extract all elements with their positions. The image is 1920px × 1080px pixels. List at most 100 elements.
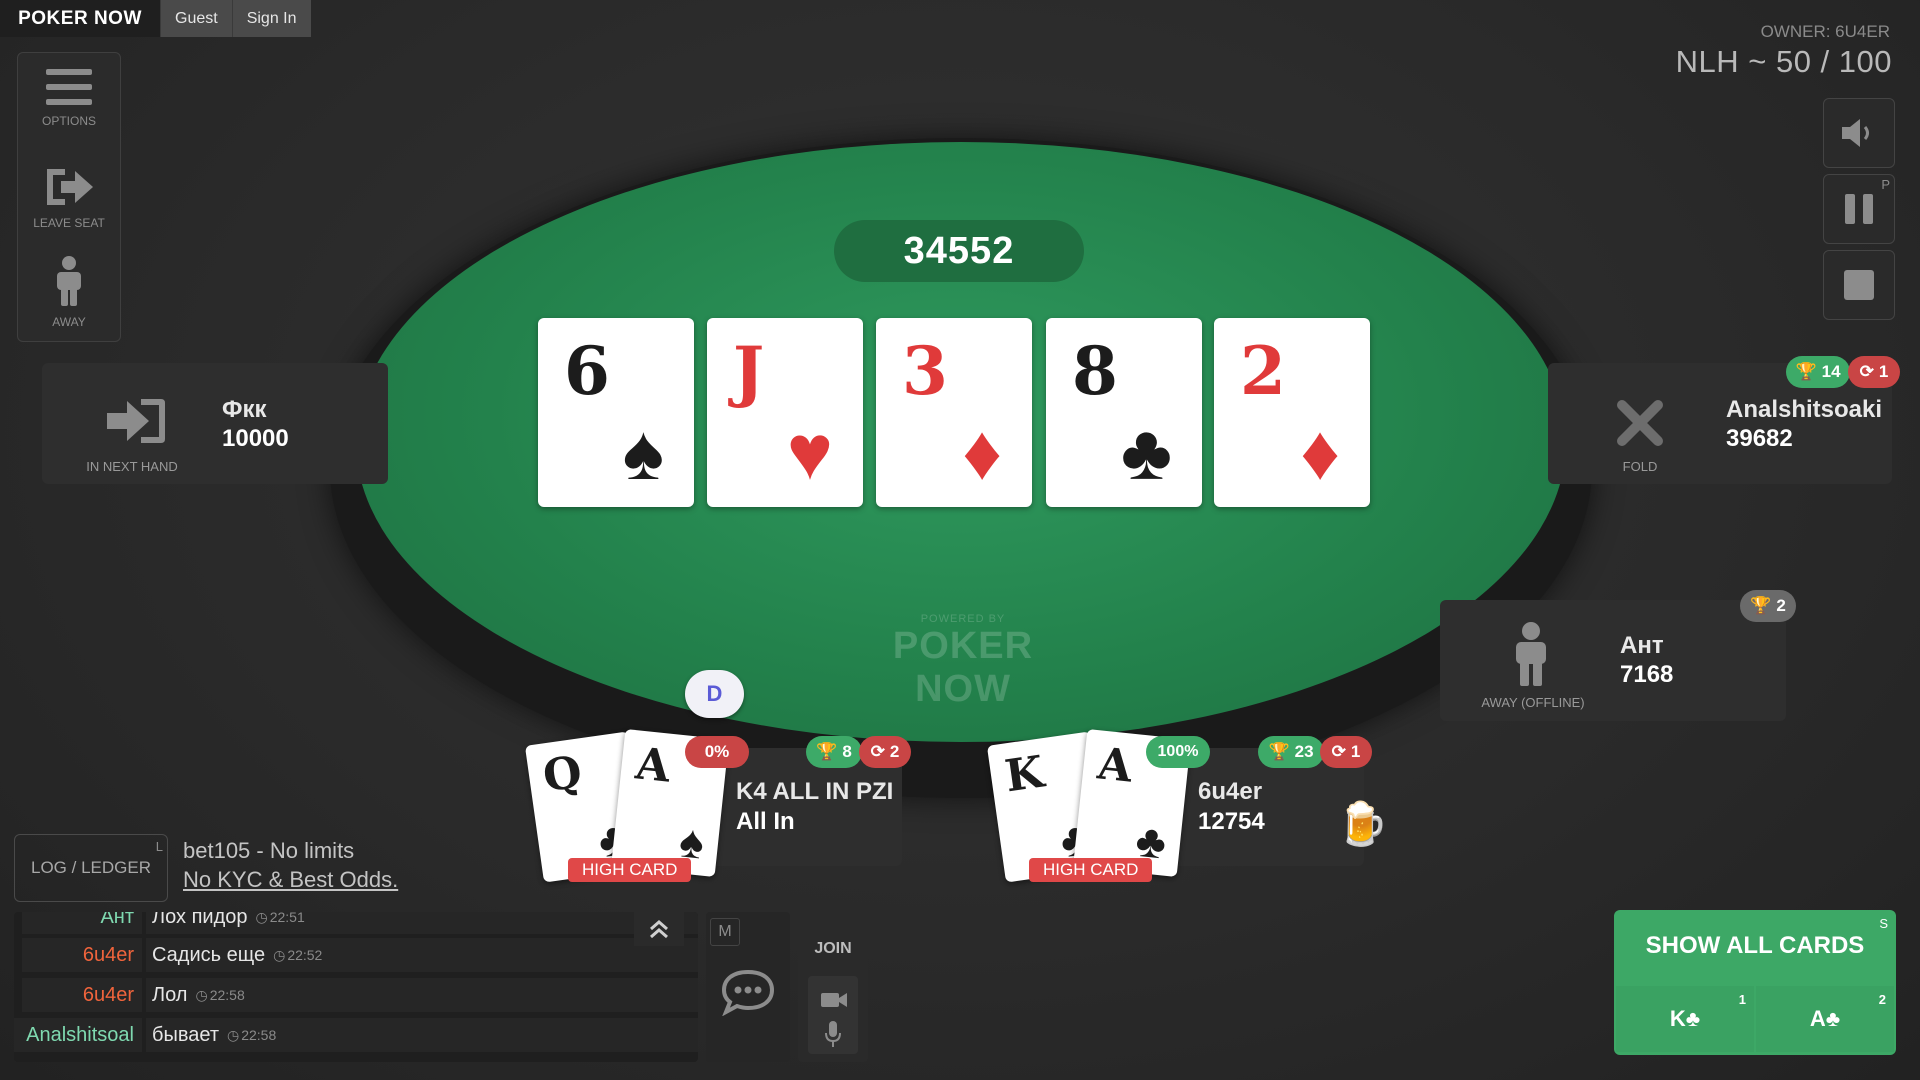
seat-right-stack: 39682 bbox=[1726, 425, 1793, 452]
rebuy-icon: ⟳ bbox=[1859, 362, 1874, 381]
promo-link[interactable]: No KYC & Best Odds. bbox=[183, 867, 398, 893]
microphone-icon[interactable] bbox=[824, 1020, 842, 1048]
trophy-icon: 🏆 bbox=[1795, 362, 1817, 381]
chat-message-text: бывает bbox=[152, 1023, 219, 1046]
seat-right-low[interactable]: AWAY (OFFLINE) Ант 7168 bbox=[1440, 600, 1786, 721]
owner-label: OWNER: 6U4ER bbox=[1760, 22, 1890, 41]
chat-author: Analshitsoal bbox=[14, 1018, 142, 1052]
diamond-icon: ♦ bbox=[1300, 408, 1340, 496]
show-all-cards-button[interactable]: SHOW ALL CARDS bbox=[1614, 910, 1896, 982]
powered-by-watermark: POWERED BY POKER NOW bbox=[848, 613, 1078, 711]
k4-equity-badge: 0% bbox=[685, 736, 749, 768]
options-button[interactable]: OPTIONS bbox=[18, 67, 120, 128]
guest-button[interactable]: Guest bbox=[160, 0, 232, 37]
k4-hole-card-1-rank: Q bbox=[539, 746, 585, 803]
seat-left[interactable]: IN NEXT HAND Фкк 10000 bbox=[42, 363, 388, 484]
person-icon bbox=[57, 256, 81, 306]
chat-time: 22:58 bbox=[209, 987, 245, 1003]
mute-shortcut: M bbox=[718, 923, 732, 940]
chat-text: Садись еще ◷ 22:52 bbox=[146, 938, 698, 972]
seat-left-name: Фкк bbox=[222, 396, 267, 423]
video-camera-icon[interactable] bbox=[820, 990, 848, 1010]
leave-seat-button[interactable]: LEAVE SEAT bbox=[18, 165, 120, 230]
chat-message: Ант Лох пидор ◷ 22:51 bbox=[22, 912, 698, 934]
chat-message: 6u4er Садись еще ◷ 22:52 bbox=[22, 938, 698, 972]
board-card-1: 6 ♠ bbox=[538, 318, 694, 507]
log-ledger-label: LOG / LEDGER bbox=[31, 858, 151, 877]
chat-message: 6u4er Лол ◷ 22:58 bbox=[22, 978, 698, 1012]
my-hole-card-1-rank: K bbox=[1001, 746, 1047, 803]
my-hole-card-2-rank: A bbox=[1095, 738, 1135, 793]
double-chevron-up-icon bbox=[650, 920, 668, 939]
seat-me-name: 6u4er bbox=[1198, 778, 1263, 805]
seat-right-low-status: AWAY (OFFLINE) bbox=[1481, 695, 1585, 710]
board-card-5: 2 ♦ bbox=[1214, 318, 1370, 507]
k4-rebuys-badge: ⟳ 2 bbox=[859, 736, 911, 768]
seat-me-stack: 12754 bbox=[1198, 808, 1265, 835]
my-equity-badge: 100% bbox=[1146, 736, 1210, 768]
stop-button[interactable] bbox=[1823, 250, 1895, 320]
trophy-icon: 🏆 bbox=[1750, 596, 1772, 615]
seat-right-low-wins-badge: 🏆 2 bbox=[1740, 590, 1796, 622]
join-button[interactable]: JOIN bbox=[798, 940, 868, 958]
k4-hole-card-2-rank: A bbox=[633, 738, 673, 793]
chat-author: 6u4er bbox=[22, 938, 142, 972]
board-card-3-rank: 3 bbox=[902, 332, 948, 410]
show-all-cards-label: SHOW ALL CARDS bbox=[1645, 932, 1865, 959]
enter-icon bbox=[107, 399, 165, 443]
chat-side-panel: M bbox=[706, 912, 790, 1062]
rebuy-icon: ⟳ bbox=[1331, 742, 1346, 761]
pause-button[interactable]: P bbox=[1823, 174, 1895, 244]
leave-seat-label: LEAVE SEAT bbox=[33, 216, 105, 230]
hamburger-icon bbox=[46, 69, 92, 105]
seat-left-stack: 10000 bbox=[222, 425, 289, 452]
log-ledger-button[interactable]: LOG / LEDGER L bbox=[14, 834, 168, 902]
show-card-2-label: A♣ bbox=[1809, 1006, 1841, 1031]
club-icon: ♣ bbox=[1120, 408, 1172, 496]
my-rebuys: 1 bbox=[1350, 742, 1361, 761]
clock-icon: ◷ bbox=[255, 912, 268, 925]
av-controls bbox=[808, 976, 858, 1054]
k4-rebuys: 2 bbox=[889, 742, 900, 761]
show-card-2-button[interactable]: A♣ 2 bbox=[1756, 986, 1894, 1052]
board-card-1-rank: 6 bbox=[564, 332, 610, 410]
promo-text: bet105 - No limits bbox=[183, 838, 355, 863]
board-card-3: 3 ♦ bbox=[876, 318, 1032, 507]
show-card-1-shortcut: 1 bbox=[1738, 992, 1746, 1007]
my-wins: 23 bbox=[1294, 742, 1314, 761]
k4-hand-rank: HIGH CARD bbox=[568, 858, 692, 882]
sign-in-button[interactable]: Sign In bbox=[231, 0, 311, 37]
left-options-panel: OPTIONS LEAVE SEAT AWAY bbox=[17, 52, 121, 342]
show-card-1-button[interactable]: K♣ 1 bbox=[1616, 986, 1754, 1052]
chat-author: 6u4er bbox=[22, 978, 142, 1012]
sound-button[interactable] bbox=[1823, 98, 1895, 168]
powered-by-label: POWERED BY bbox=[920, 613, 1006, 625]
diamond-icon: ♦ bbox=[962, 408, 1002, 496]
chat-expand-button[interactable] bbox=[634, 912, 684, 946]
clock-icon: ◷ bbox=[273, 946, 286, 963]
trophy-icon: 🏆 bbox=[1268, 742, 1290, 761]
chat-log[interactable]: Ант Лох пидор ◷ 22:51 6u4er Садись еще ◷ 2… bbox=[14, 912, 698, 1062]
show-card-2-shortcut: 2 bbox=[1878, 992, 1886, 1007]
poker-now-logo[interactable]: POKER NOW bbox=[0, 0, 160, 37]
options-label: OPTIONS bbox=[41, 114, 96, 128]
seat-k4-name: K4 ALL IN PZI bbox=[736, 778, 894, 805]
leave-seat-icon bbox=[47, 169, 93, 205]
chat-text: Лох пидор ◷ 22:51 bbox=[146, 912, 698, 934]
stop-icon bbox=[1844, 270, 1874, 300]
away-button[interactable]: AWAY bbox=[18, 256, 120, 329]
seat-right-rebuys-badge: ⟳ 1 bbox=[1848, 356, 1900, 388]
beer-icon: 🍺 bbox=[1336, 800, 1389, 847]
chat-message-text: Садись еще bbox=[152, 943, 266, 966]
join-panel: JOIN bbox=[798, 912, 868, 1062]
chat-bubble-icon[interactable] bbox=[720, 968, 776, 1016]
board-card-4-rank: 8 bbox=[1072, 332, 1118, 410]
show-all-shortcut: S bbox=[1879, 916, 1888, 931]
board-card-2-rank: J bbox=[733, 332, 765, 410]
chat-text: бывает ◷ 22:58 bbox=[146, 1018, 698, 1052]
person-icon bbox=[1516, 622, 1546, 686]
seat-right-rebuys: 1 bbox=[1878, 362, 1889, 381]
k4-wins-badge: 🏆 8 bbox=[806, 736, 862, 768]
mute-chat-button[interactable]: M bbox=[710, 918, 740, 946]
pot-amount: 34552 bbox=[834, 220, 1084, 282]
